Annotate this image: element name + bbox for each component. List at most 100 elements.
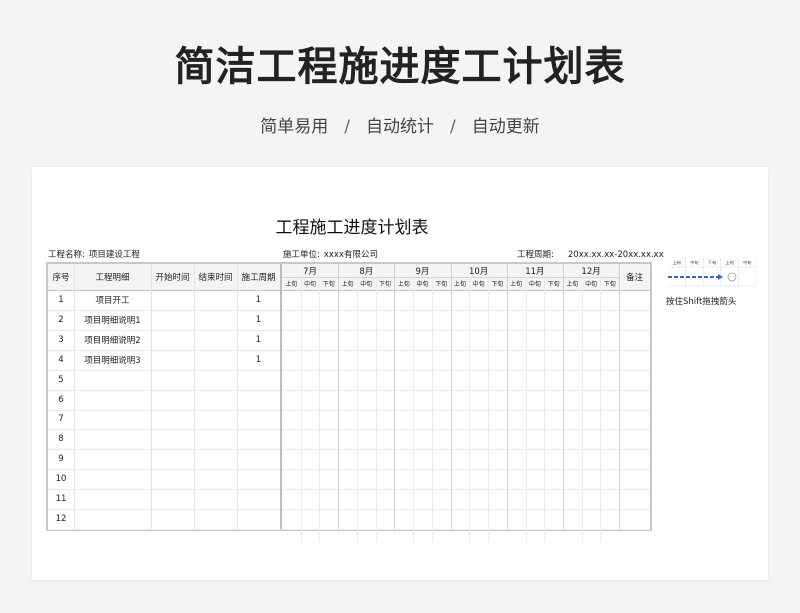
unit-label: 施工单位: [283, 250, 320, 260]
gantt-divider [431, 277, 433, 542]
row-divider [48, 529, 650, 530]
table-cell-start [151, 489, 194, 509]
unit-value: xxxx有限公司 [323, 250, 378, 260]
unit-info: 施工单位: xxxx有限公司 [283, 248, 378, 260]
table-cell-detail [74, 489, 151, 509]
row-divider [48, 290, 650, 291]
table-cell-start [151, 370, 194, 390]
table-cell-duration: 1 [255, 334, 262, 345]
table-cell-start [151, 350, 194, 370]
table-cell-index: 12 [55, 514, 67, 525]
row-divider [48, 389, 650, 391]
table-cell-start [151, 310, 194, 330]
subtitle-item-2: 自动统计 [366, 117, 434, 137]
table-cell-index: 9 [58, 454, 64, 465]
table-cell-start [151, 509, 194, 529]
col-header-start: 开始时间 [155, 273, 190, 283]
table-cell-duration [237, 429, 280, 449]
month-header: 12月 [581, 266, 601, 277]
row-divider [48, 369, 650, 371]
period-header: 中旬 [528, 281, 541, 288]
table-cell-index: 7 [58, 414, 64, 425]
month-header: 11月 [525, 266, 545, 277]
table-cell-duration [237, 390, 280, 410]
col-divider [237, 264, 238, 529]
col-divider [74, 264, 75, 529]
subtitle-separator: / [450, 117, 456, 137]
col-header-remark: 备注 [626, 273, 644, 283]
period-header: 下旬 [547, 281, 560, 288]
row-divider [48, 489, 650, 491]
project-name-label: 工程名称: [48, 250, 85, 260]
period-header: 上旬 [566, 281, 579, 288]
month-header: 9月 [415, 266, 430, 277]
table-cell-detail: 项目明细说明2 [84, 335, 141, 346]
period-header: 中旬 [472, 281, 485, 288]
table-cell-end [194, 290, 237, 310]
row-divider [48, 349, 650, 351]
table-cell-end [194, 509, 237, 529]
period-header: 中旬 [360, 281, 373, 288]
table-cell-duration [237, 509, 280, 529]
table-cell-start [151, 330, 194, 350]
table-cell-duration: 1 [255, 294, 262, 305]
table-cell-end [194, 449, 237, 469]
gantt-legend: 上旬 中旬 下旬 上旬 中旬 ··· [668, 258, 756, 287]
table-cell-detail [74, 469, 151, 489]
table-cell-detail: 项目明细说明3 [84, 355, 141, 366]
legend-period-label: 中旬 [690, 259, 698, 266]
month-header: 8月 [359, 266, 374, 277]
table-cell-detail [74, 509, 151, 529]
table-cell-start [151, 290, 194, 310]
table-cell-index: 10 [55, 474, 67, 485]
table-cell-index: 2 [58, 314, 64, 325]
period-header: 上旬 [341, 281, 354, 288]
gantt-divider [600, 277, 602, 542]
row-divider [48, 309, 650, 311]
table-cell-index: 5 [58, 374, 64, 385]
period-header: 上旬 [453, 281, 466, 288]
gantt-divider [488, 277, 490, 542]
table-cell-end [194, 489, 237, 509]
drag-handle-glyph: ··· [730, 275, 734, 280]
sheet-title: 工程施工进度计划表 [275, 218, 429, 238]
subtitle-item-3: 自动更新 [471, 117, 540, 137]
table-cell-end [194, 350, 237, 370]
period-header: 上旬 [285, 281, 298, 288]
legend-period-label: 中旬 [743, 259, 751, 266]
gantt-divider [563, 264, 564, 529]
table-cell-duration: 1 [255, 354, 262, 365]
legend-period-label: 上旬 [673, 259, 681, 266]
subtitle-item-1: 简单易用 [260, 117, 329, 137]
table-cell-duration [237, 469, 280, 489]
table-cell-duration: 1 [255, 314, 262, 325]
table-cell-detail [74, 449, 151, 469]
gantt-divider [300, 277, 302, 542]
table-cell-start [151, 390, 194, 410]
table-cell-detail [74, 390, 151, 410]
row-divider [48, 329, 650, 331]
gantt-divider [506, 264, 508, 529]
project-name-value: 项目建设工程 [88, 250, 140, 260]
hero-subtitle: 简单易用 / 自动统计 / 自动更新 [0, 112, 800, 137]
gantt-divider [450, 264, 452, 529]
hero-title: 简洁工程施进度工计划表 [174, 44, 626, 90]
table-cell-start [151, 410, 194, 430]
row-divider [48, 509, 650, 511]
table-cell-index: 6 [58, 394, 64, 405]
period-header: 中旬 [585, 281, 598, 288]
col-header-end: 结束时间 [198, 273, 233, 283]
col-header-duration: 施工周期 [241, 273, 276, 283]
col-header-index: 序号 [52, 273, 70, 283]
col-divider [151, 264, 152, 529]
drag-hint: 按住Shift拖拽箭头 [666, 297, 737, 307]
table-cell-detail [74, 370, 151, 390]
period-header: 上旬 [397, 281, 410, 288]
table-cell-end [194, 390, 237, 410]
table-cell-start [151, 449, 194, 469]
section-divider [280, 264, 282, 529]
table-cell-index: 11 [55, 494, 67, 505]
period-header: 下旬 [379, 281, 392, 288]
table-cell-end [194, 310, 237, 330]
table-cell-index: 3 [58, 334, 64, 345]
